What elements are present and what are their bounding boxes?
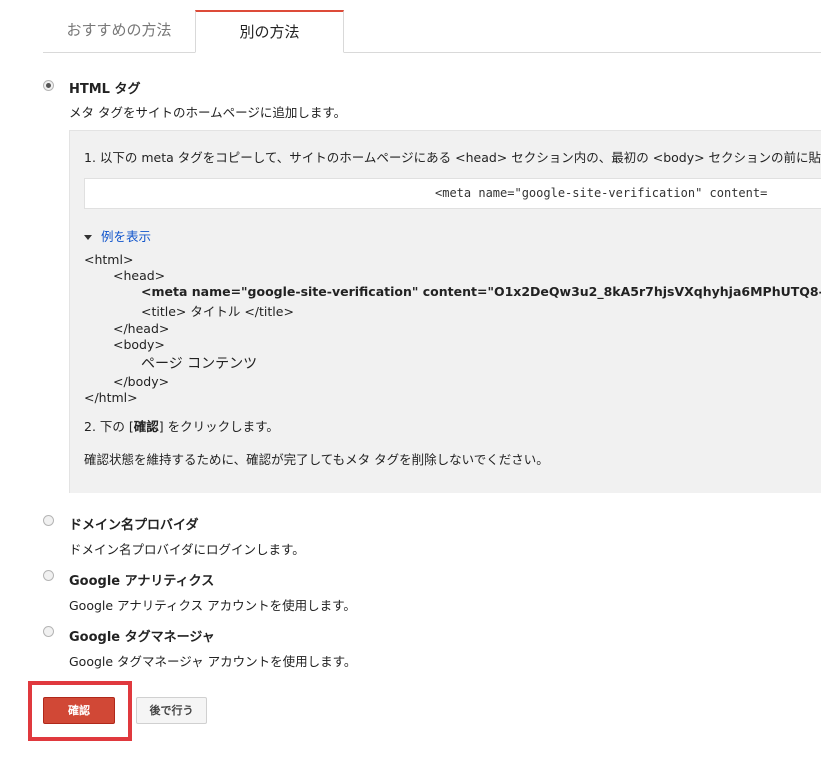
- option-title-google-analytics: Google アナリティクス: [69, 574, 215, 589]
- option-desc-google-analytics: Google アナリティクス アカウントを使用します。: [69, 598, 356, 613]
- step2-suffix: ] をクリックします。: [158, 419, 279, 434]
- meta-tag-box[interactable]: <meta name="google-site-verification" co…: [84, 178, 821, 209]
- verification-page: おすすめの方法 別の方法 HTML タグ メタ タグをサイトのホームページに追加…: [0, 0, 821, 765]
- radio-domain-provider[interactable]: [43, 515, 54, 526]
- option-desc-google-tag-manager: Google タグマネージャ アカウントを使用します。: [69, 654, 357, 669]
- example-head-close: </head>: [113, 321, 170, 336]
- example-body-open: <body>: [113, 337, 165, 352]
- example-title-line: <title> タイトル </title>: [141, 304, 294, 319]
- keep-tag-note: 確認状態を維持するために、確認が完了してもメタ タグを削除しないでください。: [84, 452, 549, 467]
- example-body-content: ページ コンテンツ: [141, 356, 258, 372]
- radio-html-tag[interactable]: [43, 80, 54, 91]
- step2-text: 2. 下の [確認] をクリックします。: [84, 416, 279, 435]
- example-body-close: </body>: [113, 374, 170, 389]
- option-title-html-tag: HTML タグ: [69, 82, 141, 97]
- example-meta-line: <meta name="google-site-verification" co…: [141, 284, 821, 299]
- step2-prefix: 2. 下の [: [84, 419, 134, 434]
- tab-recommended[interactable]: おすすめの方法: [43, 10, 195, 52]
- option-desc-html-tag: メタ タグをサイトのホームページに追加します。: [69, 105, 347, 120]
- option-title-google-tag-manager: Google タグマネージャ: [69, 630, 215, 645]
- example-html-close: </html>: [84, 390, 138, 405]
- instructions-panel: 1. 以下の meta タグをコピーして、サイトのホームページにある <head…: [69, 130, 821, 493]
- verify-button[interactable]: 確認: [43, 697, 115, 724]
- step1-text: 1. 以下の meta タグをコピーして、サイトのホームページにある <head…: [84, 150, 821, 165]
- option-title-domain-provider: ドメイン名プロバイダ: [69, 518, 199, 533]
- show-example-toggle[interactable]: 例を表示: [84, 226, 151, 245]
- radio-google-tag-manager[interactable]: [43, 626, 54, 637]
- show-example-label: 例を表示: [101, 229, 152, 244]
- step2-verify-label: 確認: [133, 419, 159, 434]
- example-html-open: <html>: [84, 252, 134, 267]
- meta-tag-code[interactable]: <meta name="google-site-verification" co…: [435, 186, 767, 200]
- example-head-open: <head>: [113, 268, 166, 283]
- radio-google-analytics[interactable]: [43, 570, 54, 581]
- later-button[interactable]: 後で行う: [136, 697, 207, 724]
- triangle-down-icon: [84, 235, 92, 240]
- tab-alternate[interactable]: 別の方法: [195, 10, 344, 53]
- method-tabs: おすすめの方法 別の方法: [43, 10, 821, 53]
- option-desc-domain-provider: ドメイン名プロバイダにログインします。: [69, 542, 305, 557]
